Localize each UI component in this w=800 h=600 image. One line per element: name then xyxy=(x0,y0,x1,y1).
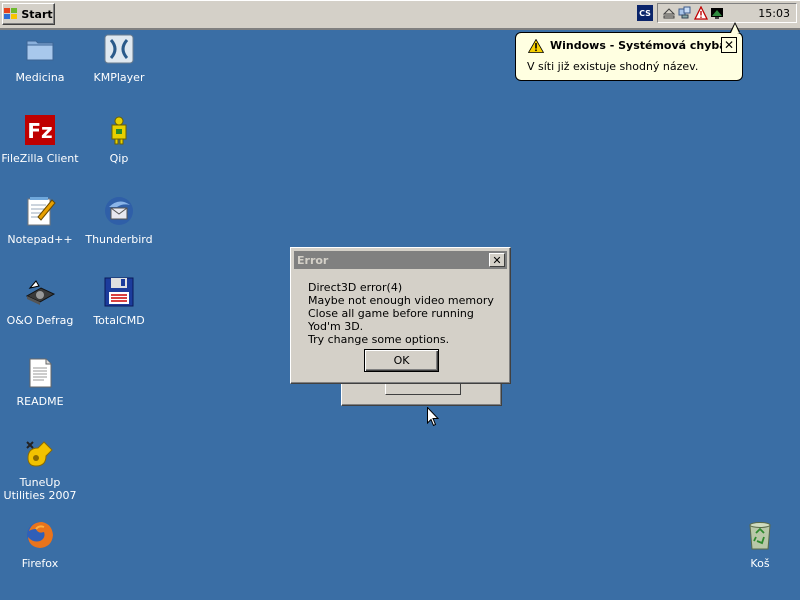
windows-logo-icon xyxy=(4,8,18,20)
desktop-icon-filezilla[interactable]: Fz FileZilla Client xyxy=(0,114,80,165)
kmplayer-icon xyxy=(103,33,135,65)
error-message: Direct3D error(4) Maybe not enough video… xyxy=(308,281,510,346)
eject-icon[interactable] xyxy=(662,6,676,20)
thunderbird-icon xyxy=(103,195,135,227)
warning-icon[interactable] xyxy=(694,6,708,20)
start-button[interactable]: Start xyxy=(2,3,55,25)
balloon-title: Windows - Systémová chyba xyxy=(550,39,727,52)
error-line: Direct3D error(4) xyxy=(308,281,403,294)
desktop-icon-label: README xyxy=(16,395,64,408)
language-indicator[interactable]: CS xyxy=(637,5,653,21)
totalcmd-icon xyxy=(103,276,135,308)
qip-icon xyxy=(103,114,135,146)
taskbar: Start CS 15:03 xyxy=(0,0,800,30)
error-line: Close all game before running Yod'm 3D. xyxy=(308,307,474,333)
defrag-icon xyxy=(24,276,56,308)
desktop-icon-medicina[interactable]: Medicina xyxy=(0,33,80,84)
desktop-icon-kmplayer[interactable]: KMPlayer xyxy=(79,33,159,84)
desktop-icon-label: Koš xyxy=(750,557,770,570)
desktop-icon-label: TuneUp Utilities 2007 xyxy=(3,476,77,502)
system-tray: 15:03 xyxy=(657,3,797,23)
balloon-text: V síti již existuje shodný název. xyxy=(527,60,699,73)
error-line: Try change some options. xyxy=(308,333,450,346)
mouse-cursor-icon xyxy=(427,406,440,427)
ok-button[interactable]: OK xyxy=(364,349,439,372)
warning-icon xyxy=(527,38,545,53)
tuneup-icon xyxy=(24,438,56,470)
recycle-bin-icon xyxy=(744,519,776,551)
error-dialog: Error ✕ Direct3D error(4) Maybe not enou… xyxy=(290,247,511,384)
document-icon xyxy=(24,357,56,389)
monitor-icon[interactable] xyxy=(710,6,724,20)
desktop-icon-label: O&O Defrag xyxy=(6,314,74,327)
error-line: Maybe not enough video memory xyxy=(308,294,494,307)
desktop-icon-notepad[interactable]: Notepad++ xyxy=(0,195,80,246)
desktop-icon-label: TotalCMD xyxy=(93,314,145,327)
desktop-icon-label: Firefox xyxy=(21,557,59,570)
filezilla-icon: Fz xyxy=(24,114,56,146)
svg-text:Fz: Fz xyxy=(27,119,52,143)
balloon-notification[interactable]: Windows - Systémová chyba ✕ V síti již e… xyxy=(515,32,743,81)
desktop-icon-totalcmd[interactable]: TotalCMD xyxy=(79,276,159,327)
desktop-icon-oo-defrag[interactable]: O&O Defrag xyxy=(0,276,80,327)
desktop-icon-label: KMPlayer xyxy=(93,71,145,84)
desktop-icon-readme[interactable]: README xyxy=(0,357,80,408)
desktop-icon-tuneup[interactable]: TuneUp Utilities 2007 xyxy=(0,438,80,502)
desktop-icon-recycle-bin[interactable]: Koš xyxy=(720,519,800,570)
desktop-icon-label: Thunderbird xyxy=(85,233,153,246)
desktop-icon-firefox[interactable]: Firefox xyxy=(0,519,80,570)
desktop-icon-label: Notepad++ xyxy=(7,233,73,246)
balloon-tail-fill xyxy=(731,24,739,33)
clock[interactable]: 15:03 xyxy=(758,7,790,20)
balloon-close-button[interactable]: ✕ xyxy=(721,37,737,53)
network-icon[interactable] xyxy=(678,6,692,20)
start-label: Start xyxy=(21,7,53,21)
desktop-icon-label: FileZilla Client xyxy=(1,152,79,165)
desktop-icon-thunderbird[interactable]: Thunderbird xyxy=(79,195,159,246)
error-dialog-title: Error xyxy=(297,253,329,267)
firefox-icon xyxy=(24,519,56,551)
notepad-icon xyxy=(24,195,56,227)
desktop-icon-qip[interactable]: Qip xyxy=(79,114,159,165)
desktop-icon-label: Medicina xyxy=(15,71,65,84)
folder-icon xyxy=(24,33,56,65)
error-dialog-close-button[interactable]: ✕ xyxy=(489,253,505,267)
error-dialog-titlebar[interactable]: Error ✕ xyxy=(294,251,507,269)
desktop-icon-label: Qip xyxy=(109,152,129,165)
